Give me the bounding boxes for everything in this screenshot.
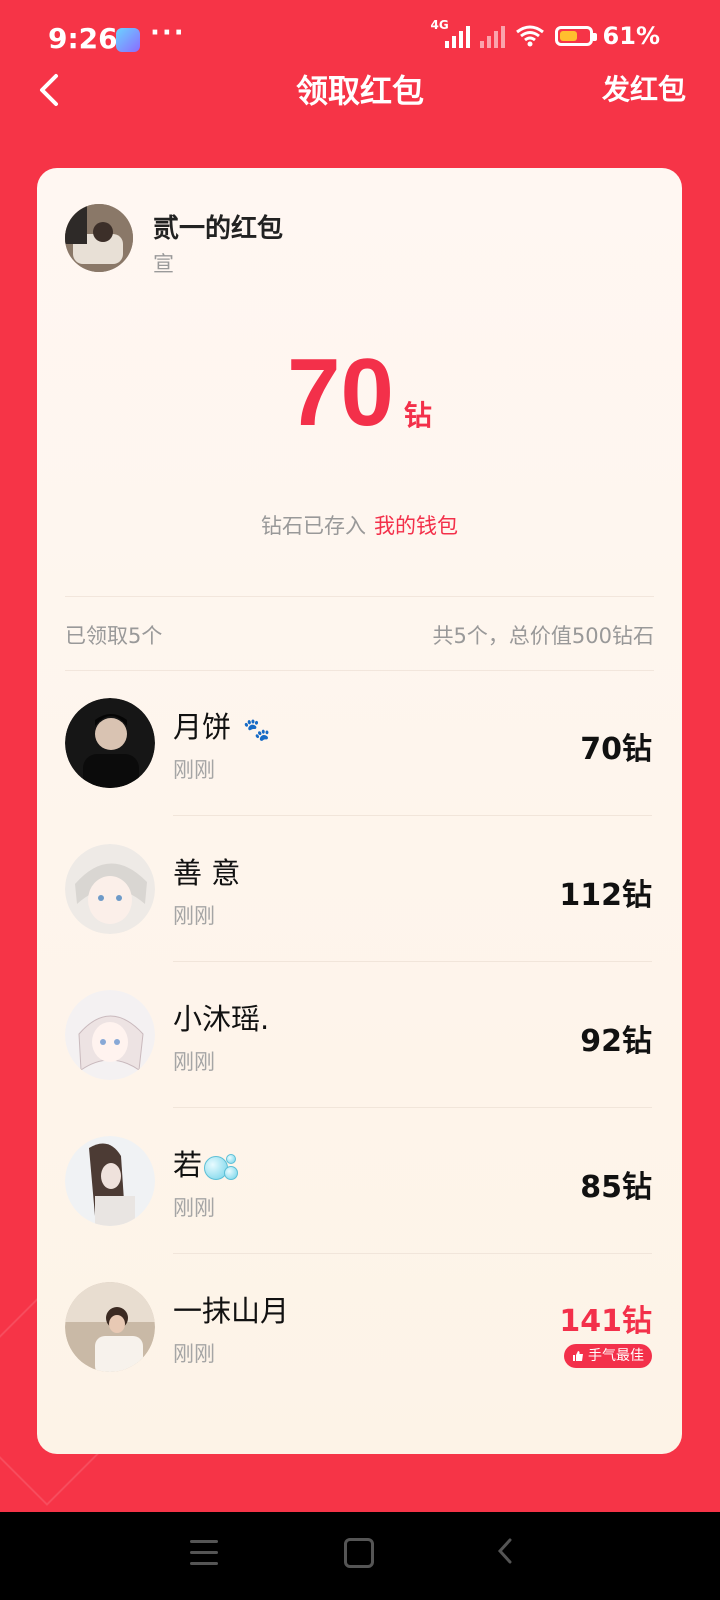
signal-no-service-icon	[479, 24, 505, 48]
paw-emoji-icon: 🐾	[243, 718, 271, 743]
claim-time: 刚刚	[173, 1050, 215, 1074]
claim-amount: 85钻	[580, 1170, 652, 1205]
sender-subtitle: 宣	[153, 252, 174, 276]
claim-list: 月饼 🐾 刚刚 70钻 善 意 刚刚 112钻 小沐瑶. 刚刚 92钻 若 刚刚…	[37, 670, 682, 1400]
user-avatar[interactable]	[65, 844, 155, 934]
recent-apps-icon[interactable]	[190, 1540, 218, 1566]
stored-note: 钻石已存入 我的钱包	[37, 510, 682, 540]
divider	[65, 596, 654, 597]
nav-back-icon[interactable]	[494, 1536, 518, 1566]
send-red-packet-button[interactable]: 发红包	[602, 68, 686, 108]
total-summary: 共5个，总价值500钻石	[432, 624, 654, 648]
claim-amount: 70钻	[580, 732, 652, 767]
red-packet-card: 贰一的红包 宣 70 钻 钻石已存入 我的钱包 已领取5个 共5个，总价值500钻石…	[37, 168, 682, 1454]
list-item[interactable]: 若 刚刚 85钻	[37, 1108, 682, 1254]
battery-percent: 61%	[602, 22, 660, 50]
game-app-icon	[116, 28, 140, 52]
user-name: 小沐瑶.	[173, 1002, 270, 1036]
user-name: 一抹山月	[173, 1294, 290, 1328]
best-luck-badge: 手气最佳	[564, 1344, 652, 1368]
battery-fill	[559, 31, 577, 41]
claim-time: 刚刚	[173, 1342, 215, 1366]
bubbles-emoji-icon	[204, 1152, 239, 1182]
battery-icon	[554, 26, 597, 46]
claim-amount: 112钻	[559, 878, 652, 913]
user-avatar[interactable]	[65, 1136, 155, 1226]
user-name: 若	[173, 1142, 239, 1184]
list-item[interactable]: 小沐瑶. 刚刚 92钻	[37, 962, 682, 1108]
user-name: 善 意	[173, 856, 241, 890]
more-notifications-icon: ···	[150, 18, 186, 48]
user-name: 月饼 🐾	[173, 710, 271, 744]
signal-4g-icon: 4G	[431, 18, 470, 48]
claim-amount: 92钻	[580, 1024, 652, 1059]
user-avatar[interactable]	[65, 698, 155, 788]
list-item[interactable]: 月饼 🐾 刚刚 70钻	[37, 670, 682, 816]
thumbs-up-icon	[573, 1351, 583, 1361]
received-amount-unit: 钻	[403, 399, 432, 432]
stored-prefix: 钻石已存入	[261, 514, 366, 538]
wifi-icon	[515, 25, 544, 47]
user-avatar[interactable]	[65, 990, 155, 1080]
sender-avatar-image	[65, 204, 133, 272]
list-item[interactable]: 一抹山月 刚刚 141钻 手气最佳	[37, 1254, 682, 1400]
my-wallet-link[interactable]: 我的钱包	[374, 514, 458, 538]
sender-title: 贰一的红包	[153, 214, 284, 244]
received-amount: 70 钻	[37, 338, 682, 448]
status-time: 9:26	[48, 22, 118, 55]
claim-time: 刚刚	[173, 904, 215, 928]
claim-amount: 141钻	[559, 1304, 652, 1339]
user-avatar[interactable]	[65, 1282, 155, 1372]
claim-time: 刚刚	[173, 758, 215, 782]
claimed-count: 已领取5个	[65, 624, 163, 648]
sender-avatar[interactable]	[65, 204, 133, 272]
home-icon[interactable]	[344, 1538, 374, 1568]
claim-time: 刚刚	[173, 1196, 215, 1220]
list-item[interactable]: 善 意 刚刚 112钻	[37, 816, 682, 962]
system-nav-bar	[0, 1512, 720, 1600]
status-right: 4G 61%	[431, 18, 660, 50]
top-nav: 领取红包 发红包	[0, 60, 720, 120]
received-amount-value: 70	[287, 339, 394, 446]
